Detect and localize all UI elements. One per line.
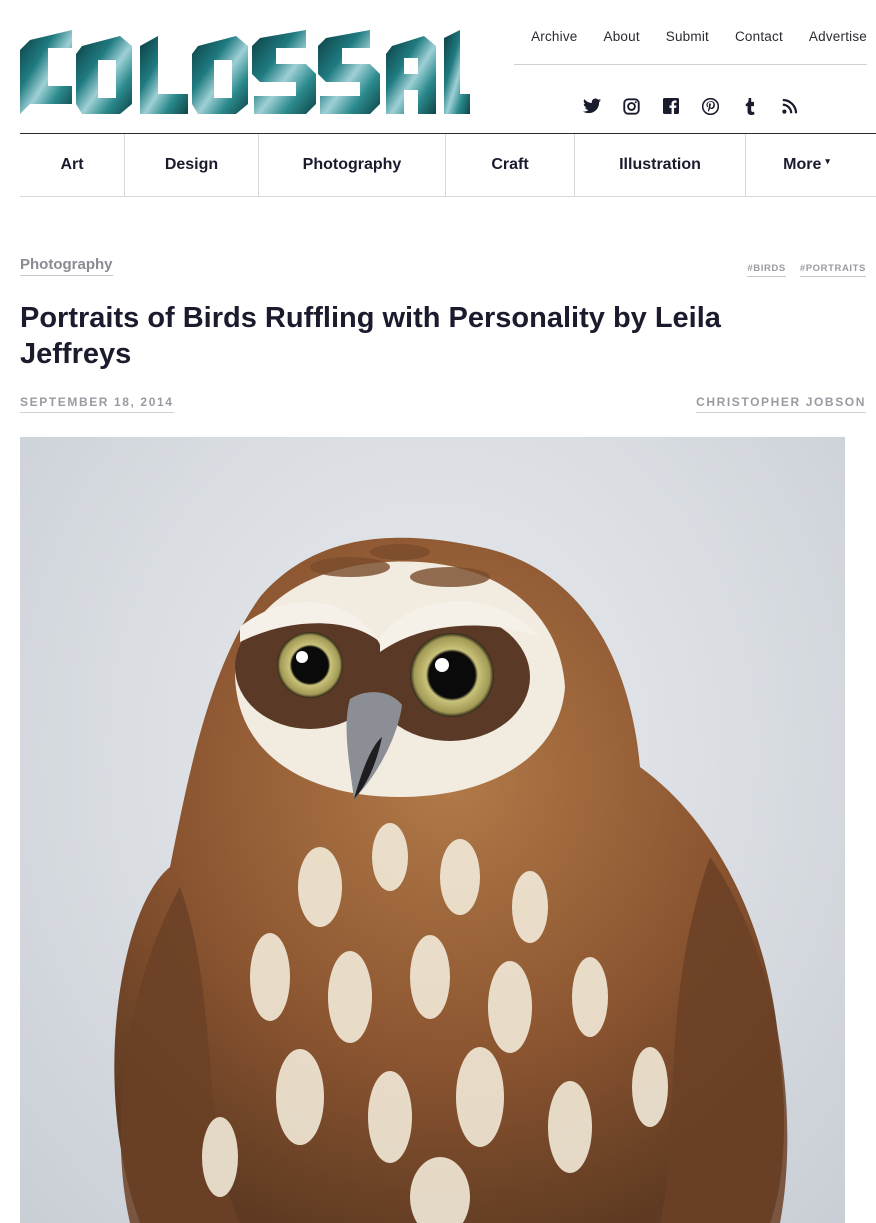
social-icons (582, 96, 819, 116)
nav-item-more[interactable]: More ▾ (746, 134, 867, 196)
article-date[interactable]: SEPTEMBER 18, 2014 (20, 395, 174, 413)
top-links: Archive About Submit Contact Advertise (505, 29, 867, 44)
nav-item-illustration[interactable]: Illustration (575, 134, 746, 196)
article-tags: #BIRDS #PORTRAITS (733, 263, 866, 277)
top-link-contact[interactable]: Contact (735, 29, 783, 44)
tag-portraits[interactable]: #PORTRAITS (799, 263, 866, 277)
top-link-about[interactable]: About (603, 29, 639, 44)
article-title: Portraits of Birds Ruffling with Persona… (20, 302, 721, 370)
article-author[interactable]: CHRISTOPHER JOBSON (696, 395, 866, 413)
article-category-link[interactable]: Photography (20, 256, 113, 276)
facebook-icon[interactable] (661, 96, 681, 116)
nav-item-label: Art (60, 156, 84, 173)
twitter-icon[interactable] (582, 96, 602, 116)
pinterest-icon[interactable] (701, 96, 721, 116)
nav-item-art[interactable]: Art (20, 134, 125, 196)
nav-item-label: Illustration (619, 156, 701, 173)
top-link-archive[interactable]: Archive (531, 29, 577, 44)
tumblr-icon[interactable] (740, 96, 760, 116)
nav-item-photography[interactable]: Photography (259, 134, 446, 196)
caret-down-icon: ▾ (825, 155, 830, 166)
top-link-submit[interactable]: Submit (666, 29, 709, 44)
nav-item-label: Photography (302, 156, 402, 173)
site-logo[interactable]: COLOSSAL (20, 30, 470, 114)
nav-item-label: Craft (491, 156, 529, 173)
nav-item-label: Design (164, 156, 219, 173)
nav-item-craft[interactable]: Craft (446, 134, 575, 196)
header-divider (514, 64, 867, 65)
article-image-owl (20, 437, 845, 1223)
instagram-icon[interactable] (622, 96, 642, 116)
nav-item-design[interactable]: Design (125, 134, 259, 196)
main-nav: Art Design Photography Craft Illustratio… (20, 133, 876, 197)
top-link-advertise[interactable]: Advertise (809, 29, 867, 44)
nav-item-label: More (783, 156, 822, 173)
rss-icon[interactable] (780, 96, 800, 116)
tag-birds[interactable]: #BIRDS (747, 263, 786, 277)
